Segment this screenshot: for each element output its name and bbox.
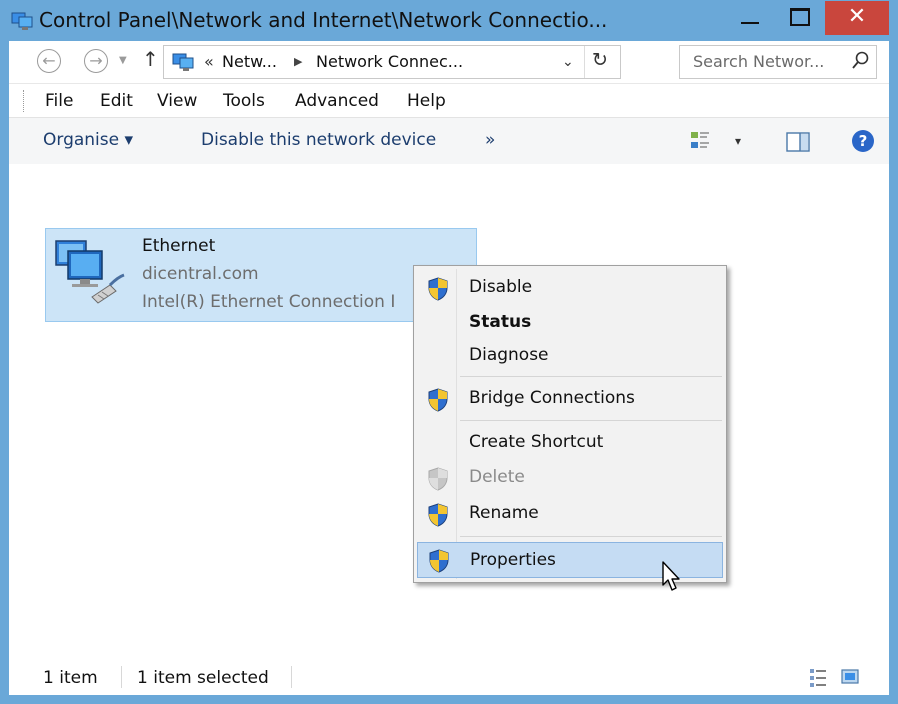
address-dropdown-icon[interactable]: ⌄ [562, 54, 574, 70]
item-count: 1 item [43, 668, 98, 688]
context-menu-bridge-connections[interactable]: Bridge Connections [417, 383, 723, 415]
uac-shield-icon [428, 388, 448, 412]
refresh-icon[interactable]: ↻ [592, 49, 608, 71]
context-menu-create-shortcut[interactable]: Create Shortcut [417, 427, 723, 459]
menu-tools[interactable]: Tools [223, 91, 265, 111]
menu-advanced[interactable]: Advanced [295, 91, 379, 111]
search-input[interactable] [681, 47, 853, 75]
uac-shield-icon [428, 467, 448, 491]
title-bar[interactable]: Control Panel\Network and Internet\Netwo… [1, 1, 897, 41]
uac-shield-icon [428, 503, 448, 527]
context-menu-separator [460, 420, 722, 421]
menu-grip [23, 90, 26, 112]
address-divider [584, 46, 585, 78]
change-view-icon[interactable] [689, 130, 711, 152]
view-options-dropdown-icon[interactable]: ▾ [735, 134, 741, 148]
context-menu-delete: Delete [417, 462, 723, 494]
help-icon[interactable]: ? [852, 130, 874, 152]
maximize-button[interactable] [779, 1, 821, 35]
context-menu-separator [460, 536, 722, 537]
network-connections-icon [172, 53, 194, 71]
context-menu-diagnose[interactable]: Diagnose [417, 340, 723, 372]
window-title: Control Panel\Network and Internet\Netwo… [39, 8, 608, 32]
search-icon[interactable] [850, 50, 870, 72]
menu-file[interactable]: File [45, 91, 73, 111]
menu-view[interactable]: View [157, 91, 197, 111]
context-menu-label: Delete [469, 467, 525, 487]
close-button[interactable]: ✕ [825, 1, 889, 35]
mouse-cursor-icon [662, 561, 680, 591]
explorer-window: Control Panel\Network and Internet\Netwo… [0, 0, 898, 704]
up-arrow-icon: ↑ [142, 47, 159, 71]
status-divider [291, 666, 292, 688]
minimize-button[interactable] [729, 1, 771, 35]
close-icon: ✕ [847, 4, 867, 29]
search-box[interactable] [679, 45, 877, 79]
details-view-icon[interactable] [809, 668, 827, 688]
context-menu-label: Create Shortcut [469, 432, 604, 452]
menu-help[interactable]: Help [407, 91, 446, 111]
context-menu-label: Disable [469, 277, 533, 297]
breadcrumb-network-and-internet[interactable]: Netw... [222, 52, 277, 71]
network-adapter-icon [55, 240, 125, 304]
connection-name: Ethernet [142, 236, 216, 256]
breadcrumb-network-connections[interactable]: Network Connec... [316, 52, 463, 71]
connection-adapter: Intel(R) Ethernet Connection I [142, 292, 396, 312]
up-button[interactable]: ↑ [142, 47, 159, 71]
forward-arrow-icon: → [89, 51, 103, 70]
context-menu-status[interactable]: Status [417, 307, 723, 339]
context-menu-label: Rename [469, 503, 539, 523]
window-client-area: ← → ▼ ↑ « Netw... ▶ Network Connec... ⌄ [9, 41, 889, 695]
context-menu-label: Properties [470, 550, 556, 570]
menu-bar: File Edit View Tools Advanced Help [9, 83, 889, 118]
back-arrow-icon: ← [42, 51, 56, 70]
status-divider [121, 666, 122, 688]
uac-shield-icon [429, 549, 449, 573]
menu-edit[interactable]: Edit [100, 91, 133, 111]
more-commands-button[interactable]: » [485, 130, 495, 150]
context-menu-separator [460, 376, 722, 377]
status-bar: 1 item 1 item selected [9, 652, 889, 695]
context-menu-label: Bridge Connections [469, 388, 635, 408]
address-bar[interactable]: « Netw... ▶ Network Connec... ⌄ ↻ [163, 45, 621, 79]
back-button[interactable]: ← [37, 49, 61, 73]
organise-button[interactable]: Organise ▾ [43, 130, 133, 150]
context-menu-label: Status [469, 312, 532, 332]
navigation-bar: ← → ▼ ↑ « Netw... ▶ Network Connec... ⌄ [9, 41, 889, 83]
preview-pane-icon[interactable] [786, 131, 810, 153]
context-menu: Disable Status Diagnose Bridge Connectio… [413, 265, 727, 583]
context-menu-rename[interactable]: Rename [417, 498, 723, 530]
overflow-crumbs-icon[interactable]: « [204, 52, 214, 71]
context-menu-label: Diagnose [469, 345, 549, 365]
uac-shield-icon [428, 277, 448, 301]
forward-button[interactable]: → [84, 49, 108, 73]
disable-device-button[interactable]: Disable this network device [201, 130, 436, 150]
breadcrumb-separator-icon[interactable]: ▶ [294, 55, 302, 68]
selection-count: 1 item selected [137, 668, 269, 688]
connection-network: dicentral.com [142, 264, 259, 284]
context-menu-disable[interactable]: Disable [417, 272, 723, 304]
command-bar: Organise ▾ Disable this network device »… [9, 117, 889, 165]
network-connections-icon [11, 12, 33, 30]
large-icons-view-icon[interactable] [841, 668, 859, 686]
recent-locations-chevron-icon[interactable]: ▼ [119, 55, 127, 66]
